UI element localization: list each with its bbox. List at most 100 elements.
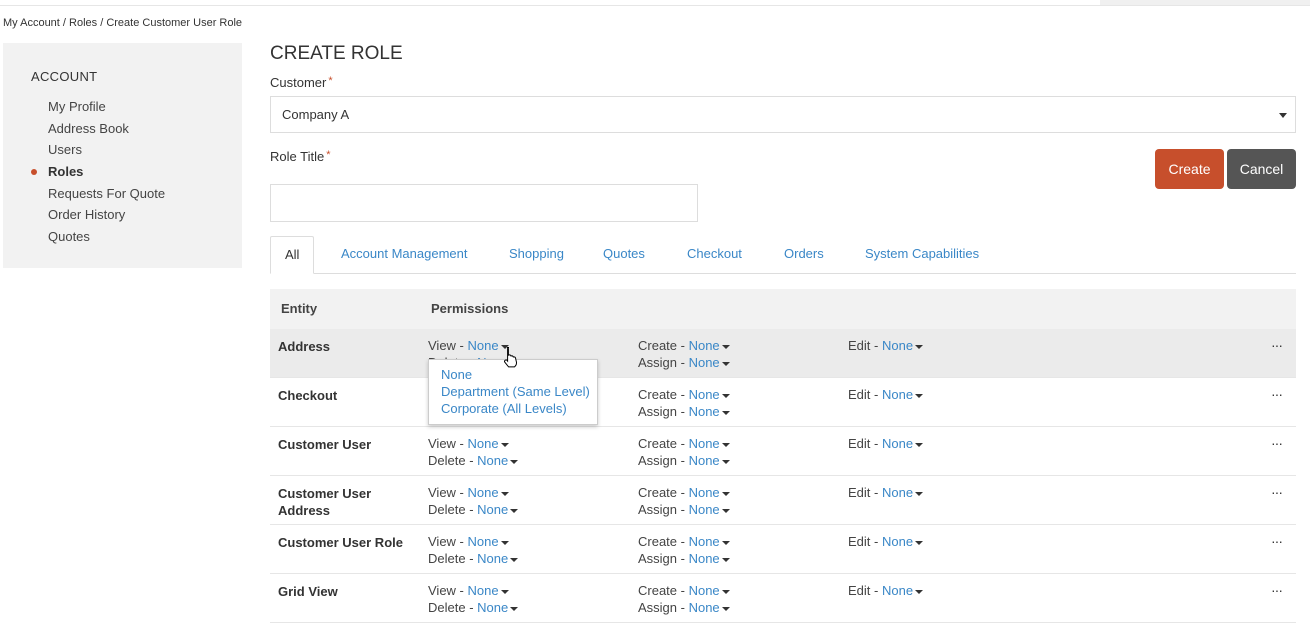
permission-level-link[interactable]: None [477, 502, 508, 517]
top-bar [0, 0, 1310, 6]
permission-delete: Delete - None [428, 550, 519, 567]
more-actions-icon[interactable]: ··· [1271, 533, 1283, 549]
permission-level-dropdown: None Department (Same Level) Corporate (… [428, 359, 598, 425]
tab-quotes[interactable]: Quotes [603, 236, 645, 274]
caret-down-icon[interactable] [721, 557, 730, 562]
caret-down-icon[interactable] [915, 589, 924, 594]
role-title-input[interactable] [270, 184, 698, 222]
more-actions-icon[interactable]: ··· [1271, 484, 1283, 500]
permission-level-link[interactable]: None [468, 583, 499, 598]
sidebar-item-order-history[interactable]: Order History [48, 206, 165, 228]
permission-edit: Edit - None [848, 533, 924, 550]
more-actions-icon[interactable]: ··· [1271, 582, 1283, 598]
permission-view: View - None [428, 533, 509, 550]
permission-level-link[interactable]: None [882, 436, 913, 451]
sidebar-item-requests-for-quote[interactable]: Requests For Quote [48, 185, 165, 207]
permission-delete: Delete - None [428, 501, 519, 518]
caret-down-icon[interactable] [721, 442, 730, 447]
permission-level-link[interactable]: None [689, 436, 720, 451]
tab-all[interactable]: All [270, 236, 315, 274]
sidebar-item-label: Order History [48, 207, 126, 223]
caret-down-icon[interactable] [721, 508, 730, 513]
required-mark: * [328, 75, 333, 87]
more-actions-icon[interactable]: ··· [1271, 386, 1283, 402]
permission-level-link[interactable]: None [882, 485, 913, 500]
caret-down-icon[interactable] [915, 393, 924, 398]
caret-down-icon[interactable] [915, 540, 924, 545]
caret-down-icon[interactable] [721, 459, 730, 464]
tab-account-management[interactable]: Account Management [341, 236, 467, 274]
permission-level-link[interactable]: None [468, 338, 499, 353]
caret-down-icon[interactable] [721, 606, 730, 611]
permission-level-link[interactable]: None [882, 338, 913, 353]
caret-down-icon[interactable] [510, 557, 519, 562]
cancel-button[interactable]: Cancel [1227, 149, 1296, 189]
caret-down-icon[interactable] [721, 410, 730, 415]
customer-select[interactable]: Company A [270, 96, 1296, 133]
dropdown-option-department[interactable]: Department (Same Level) [441, 384, 590, 399]
more-actions-icon[interactable]: ··· [1271, 435, 1283, 451]
caret-down-icon[interactable] [721, 393, 730, 398]
caret-down-icon[interactable] [500, 442, 509, 447]
caret-down-icon[interactable] [915, 344, 924, 349]
dropdown-option-none[interactable]: None [441, 367, 472, 382]
permission-edit: Edit - None [848, 582, 924, 599]
caret-down-icon[interactable] [721, 491, 730, 496]
permission-level-link[interactable]: None [882, 534, 913, 549]
permission-create: Create - None [638, 337, 730, 354]
permission-level-link[interactable]: None [689, 404, 720, 419]
permission-level-link[interactable]: None [468, 485, 499, 500]
permission-level-link[interactable]: None [468, 534, 499, 549]
permission-view: View - None [428, 484, 509, 501]
tab-system-capabilities[interactable]: System Capabilities [865, 236, 979, 274]
create-button[interactable]: Create [1155, 149, 1224, 189]
permission-level-link[interactable]: None [468, 436, 499, 451]
tab-checkout[interactable]: Checkout [687, 236, 742, 274]
sidebar-item-quotes[interactable]: Quotes [48, 228, 165, 250]
permission-view: View - None [428, 337, 509, 354]
caret-down-icon[interactable] [510, 606, 519, 611]
caret-down-icon[interactable] [510, 459, 519, 464]
permission-level-link[interactable]: None [689, 338, 720, 353]
table-row: Customer User Role View - None Delete - No… [270, 525, 1296, 574]
caret-down-icon[interactable] [500, 540, 509, 545]
sidebar-item-users[interactable]: Users [48, 141, 165, 163]
column-header-entity: Entity [281, 301, 318, 316]
caret-down-icon[interactable] [510, 508, 519, 513]
grid-header: Entity Permissions [270, 289, 1296, 329]
sidebar-item-address-book[interactable]: Address Book [48, 120, 165, 142]
caret-down-icon[interactable] [721, 589, 730, 594]
permission-create: Create - None [638, 533, 730, 550]
breadcrumb: My Account / Roles / Create Customer Use… [3, 17, 243, 29]
dropdown-option-corporate[interactable]: Corporate (All Levels) [441, 401, 567, 416]
permission-level-link[interactable]: None [882, 583, 913, 598]
sidebar-title: ACCOUNT [31, 69, 98, 84]
caret-down-icon[interactable] [500, 589, 509, 594]
sidebar-item-my-profile[interactable]: My Profile [48, 98, 165, 120]
permission-level-link[interactable]: None [689, 600, 720, 615]
permission-level-link[interactable]: None [477, 453, 508, 468]
permission-level-link[interactable]: None [689, 387, 720, 402]
more-actions-icon[interactable]: ··· [1271, 337, 1283, 353]
required-mark: * [326, 149, 331, 161]
caret-down-icon[interactable] [500, 491, 509, 496]
table-row: Grid View View - None Delete - None Create … [270, 574, 1296, 623]
caret-down-icon[interactable] [915, 491, 924, 496]
permission-level-link[interactable]: None [689, 355, 720, 370]
permission-level-link[interactable]: None [689, 502, 720, 517]
sidebar-item-roles[interactable]: Roles [31, 163, 165, 185]
permission-level-link[interactable]: None [477, 600, 508, 615]
permission-level-link[interactable]: None [689, 534, 720, 549]
caret-down-icon[interactable] [721, 344, 730, 349]
caret-down-icon[interactable] [721, 361, 730, 366]
tab-shopping[interactable]: Shopping [509, 236, 564, 274]
tab-orders[interactable]: Orders [784, 236, 824, 274]
permission-level-link[interactable]: None [689, 583, 720, 598]
permission-level-link[interactable]: None [477, 551, 508, 566]
permission-level-link[interactable]: None [882, 387, 913, 402]
permission-level-link[interactable]: None [689, 485, 720, 500]
permission-level-link[interactable]: None [689, 551, 720, 566]
permission-level-link[interactable]: None [689, 453, 720, 468]
caret-down-icon[interactable] [721, 540, 730, 545]
caret-down-icon[interactable] [915, 442, 924, 447]
